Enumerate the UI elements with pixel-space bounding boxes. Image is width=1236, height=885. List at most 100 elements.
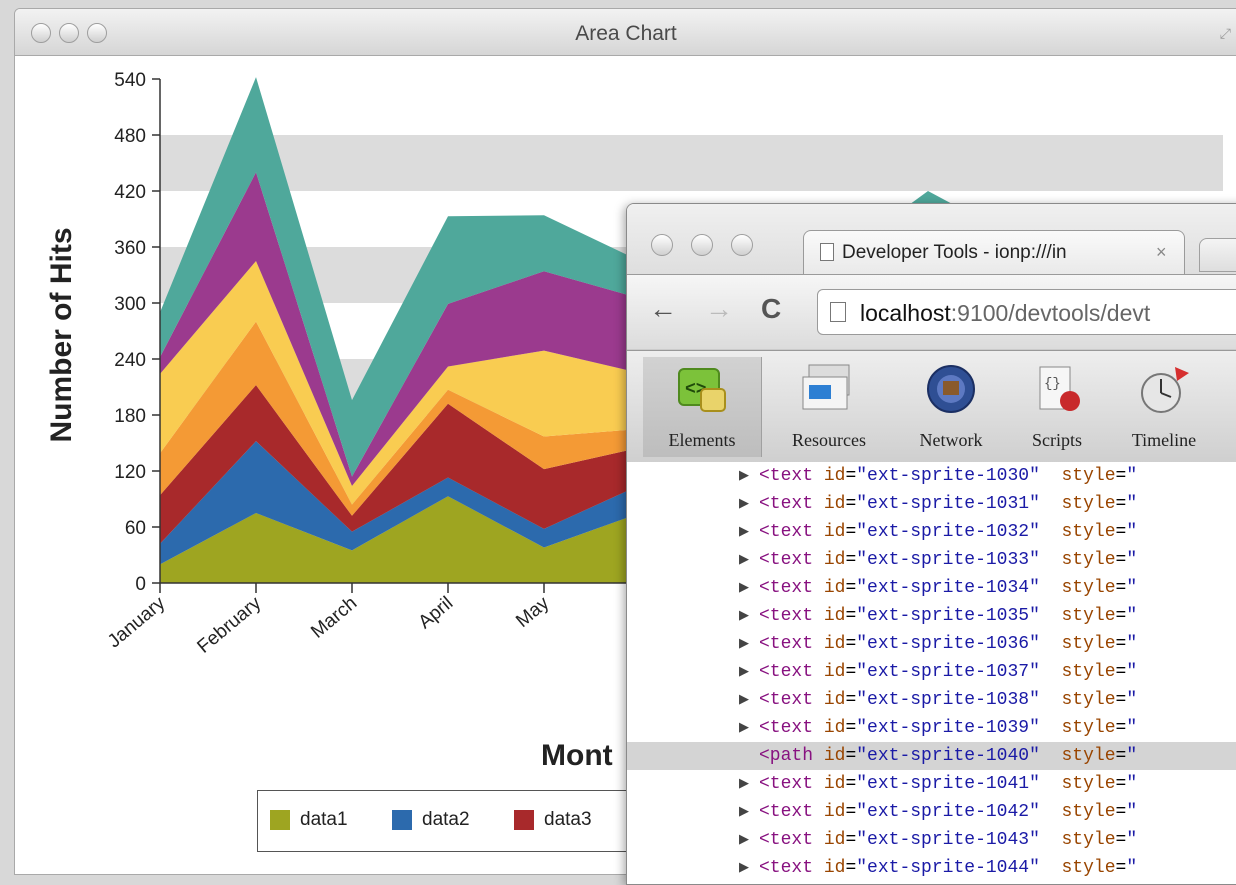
y-tick-label: 480 <box>114 126 146 147</box>
dom-node-row[interactable]: ▶ <text id="ext-sprite-1030" style=" <box>627 462 1236 490</box>
expand-triangle-icon[interactable]: ▶ <box>739 630 749 658</box>
legend-swatch <box>270 810 290 830</box>
reload-icon[interactable]: C <box>761 293 781 325</box>
dom-node-markup: <text id="ext-sprite-1030" style=" <box>759 466 1138 486</box>
dom-node-markup: <text id="ext-sprite-1035" style=" <box>759 606 1138 626</box>
y-tick-label: 360 <box>114 238 146 259</box>
navigation-bar: ← → C localhost:9100/devtools/devt <box>627 274 1236 349</box>
tab-close-icon[interactable]: × <box>1156 242 1167 263</box>
dom-node-row[interactable]: ▶ <text id="ext-sprite-1041" style=" <box>627 770 1236 798</box>
dom-node-markup: <text id="ext-sprite-1042" style=" <box>759 802 1138 822</box>
dom-node-row[interactable]: ▶ <text id="ext-sprite-1034" style=" <box>627 574 1236 602</box>
devtools-zoom-button[interactable] <box>731 234 753 256</box>
expand-triangle-icon[interactable]: ▶ <box>739 518 749 546</box>
network-icon <box>927 365 975 413</box>
tab-scripts[interactable]: {} Scripts <box>1013 357 1101 457</box>
dom-node-row[interactable]: ▶ <text id="ext-sprite-1032" style=" <box>627 518 1236 546</box>
dom-node-row[interactable]: ▶ <text id="ext-sprite-1037" style=" <box>627 658 1236 686</box>
page-icon <box>830 302 846 322</box>
y-axis-title: Number of Hits <box>45 227 78 442</box>
expand-triangle-icon[interactable]: ▶ <box>739 854 749 882</box>
tab-network[interactable]: Network <box>899 357 1003 457</box>
y-tick-label: 60 <box>125 518 146 539</box>
expand-triangle-icon[interactable]: ▶ <box>739 574 749 602</box>
dom-node-markup: <text id="ext-sprite-1043" style=" <box>759 830 1138 850</box>
scripts-icon: {} <box>1039 366 1080 411</box>
legend-label: data3 <box>544 809 592 830</box>
browser-tab[interactable]: Developer Tools - ionp:///in × <box>803 230 1185 275</box>
x-tick-label: May <box>512 592 553 631</box>
legend-item-data3[interactable]: data3 <box>514 809 592 831</box>
chart-titlebar[interactable]: Area Chart ⤢ <box>15 9 1236 56</box>
devtools-close-button[interactable] <box>651 234 673 256</box>
window-title: Area Chart <box>575 22 677 45</box>
x-tick-label: January <box>104 592 170 652</box>
dom-node-markup: <path id="ext-sprite-1040" style=" <box>759 746 1138 766</box>
dom-tree[interactable]: ▶ <text id="ext-sprite-1030" style=" ▶ <tex… <box>627 462 1236 884</box>
forward-arrow-icon[interactable]: → <box>705 293 733 325</box>
legend-item-data1[interactable]: data1 <box>270 809 348 831</box>
expand-triangle-icon[interactable]: ▶ <box>739 770 749 798</box>
url-text[interactable]: localhost:9100/devtools/devt <box>860 300 1150 327</box>
dom-node-markup: <text id="ext-sprite-1037" style=" <box>759 662 1138 682</box>
dom-node-row[interactable]: ▶ <text id="ext-sprite-1031" style=" <box>627 490 1236 518</box>
dom-node-row[interactable]: ▶ <text id="ext-sprite-1042" style=" <box>627 798 1236 826</box>
y-tick-label: 180 <box>114 406 146 427</box>
tab-elements-label: Elements <box>668 430 736 450</box>
dom-node-row[interactable]: ▶ <text id="ext-sprite-1039" style=" <box>627 714 1236 742</box>
fullscreen-icon[interactable]: ⤢ <box>1220 25 1231 42</box>
page-icon <box>820 243 834 261</box>
dom-node-row[interactable]: ▶ <text id="ext-sprite-1036" style=" <box>627 630 1236 658</box>
address-bar[interactable]: localhost:9100/devtools/devt <box>817 289 1236 335</box>
dom-node-row[interactable]: ▶ <text id="ext-sprite-1043" style=" <box>627 826 1236 854</box>
devtools-window: Developer Tools - ionp:///in × ← → C loc… <box>626 203 1236 885</box>
x-tick-labels: January February March April May <box>104 592 554 657</box>
dom-node-row[interactable]: ▶ <text id="ext-sprite-1038" style=" <box>627 686 1236 714</box>
expand-triangle-icon[interactable]: ▶ <box>739 546 749 574</box>
y-tick-labels: 0 60 120 180 240 300 360 420 480 540 <box>114 70 146 595</box>
resources-icon <box>802 364 850 410</box>
tab-scripts-label: Scripts <box>1031 430 1082 450</box>
elements-icon: <> <box>678 368 726 412</box>
dom-node-row[interactable]: <path id="ext-sprite-1040" style=" <box>627 742 1236 770</box>
devtools-minimize-button[interactable] <box>691 234 713 256</box>
expand-triangle-icon[interactable]: ▶ <box>739 602 749 630</box>
y-tick-label: 420 <box>114 182 146 203</box>
y-tick-label: 300 <box>114 294 146 315</box>
dom-node-markup: <text id="ext-sprite-1034" style=" <box>759 578 1138 598</box>
timeline-icon <box>1141 367 1189 413</box>
dom-node-markup: <text id="ext-sprite-1038" style=" <box>759 690 1138 710</box>
tab-timeline-label: Timeline <box>1131 430 1197 450</box>
legend-label: data1 <box>300 809 348 830</box>
x-axis-title: Mont <box>541 739 613 772</box>
expand-triangle-icon[interactable]: ▶ <box>739 462 749 490</box>
tab-elements[interactable]: <> Elements <box>643 357 762 457</box>
dom-node-markup: <text id="ext-sprite-1036" style=" <box>759 634 1138 654</box>
y-tick-label: 240 <box>114 350 146 371</box>
x-tick-label: February <box>193 592 265 657</box>
dom-node-row[interactable]: ▶ <text id="ext-sprite-1044" style=" <box>627 854 1236 882</box>
tab-title: Developer Tools - ionp:///in <box>842 242 1067 263</box>
back-arrow-icon[interactable]: ← <box>649 293 677 325</box>
devtools-toolbar: <> Elements Resources Network {} Scripts… <box>627 350 1236 464</box>
dom-node-row[interactable]: ▶ <text id="ext-sprite-1035" style=" <box>627 602 1236 630</box>
grid-band <box>160 135 1223 191</box>
x-tick-label: April <box>415 593 458 634</box>
dom-node-row[interactable]: ▶ <text id="ext-sprite-1033" style=" <box>627 546 1236 574</box>
dom-node-markup: <text id="ext-sprite-1033" style=" <box>759 550 1138 570</box>
legend-swatch <box>514 810 534 830</box>
expand-triangle-icon[interactable]: ▶ <box>739 490 749 518</box>
legend-item-data2[interactable]: data2 <box>392 809 470 831</box>
tab-resources[interactable]: Resources <box>769 357 889 457</box>
y-tick-label: 540 <box>114 70 146 91</box>
expand-triangle-icon[interactable]: ▶ <box>739 686 749 714</box>
expand-triangle-icon[interactable]: ▶ <box>739 714 749 742</box>
legend-swatch <box>392 810 412 830</box>
expand-triangle-icon[interactable]: ▶ <box>739 798 749 826</box>
tab-timeline[interactable]: Timeline <box>1111 357 1217 457</box>
dom-node-markup: <text id="ext-sprite-1031" style=" <box>759 494 1138 514</box>
expand-triangle-icon[interactable]: ▶ <box>739 658 749 686</box>
new-tab-button[interactable] <box>1199 238 1236 272</box>
devtools-titlebar: Developer Tools - ionp:///in × ← → C loc… <box>627 204 1236 350</box>
expand-triangle-icon[interactable]: ▶ <box>739 826 749 854</box>
